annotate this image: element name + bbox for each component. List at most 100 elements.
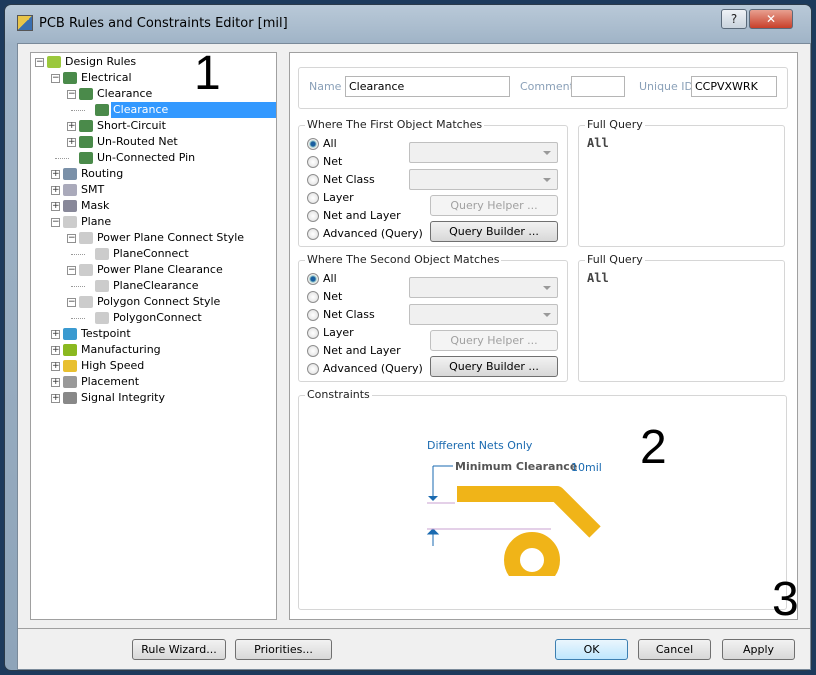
ok-button[interactable]: OK <box>555 639 628 660</box>
radio-label: Net <box>323 290 343 303</box>
query-helper-button[interactable]: Query Helper ... <box>430 195 558 216</box>
tree-connector <box>55 158 69 159</box>
collapse-icon[interactable]: − <box>51 74 60 83</box>
tree-item[interactable]: − Design Rules <box>31 54 276 70</box>
tree-item[interactable]: + Manufacturing <box>31 342 276 358</box>
tree-item[interactable]: + Signal Integrity <box>31 390 276 406</box>
radio-net[interactable]: Net <box>307 154 342 170</box>
radio-label: Advanced (Query) <box>323 227 423 240</box>
radio-label: All <box>323 272 337 285</box>
full-query-text: All <box>587 271 609 285</box>
collapse-icon[interactable]: − <box>67 234 76 243</box>
full-query-title: Full Query <box>585 253 645 266</box>
expand-icon[interactable]: + <box>51 170 60 179</box>
tree-item[interactable]: + High Speed <box>31 358 276 374</box>
tree-item-label: Mask <box>81 199 110 212</box>
radio-net-and-layer[interactable]: Net and Layer <box>307 343 401 359</box>
radio-all[interactable]: All <box>307 271 337 287</box>
query-helper-button[interactable]: Query Helper ... <box>430 330 558 351</box>
radio-all[interactable]: All <box>307 136 337 152</box>
apply-button[interactable]: Apply <box>722 639 795 660</box>
tree-item[interactable]: − Electrical <box>31 70 276 86</box>
rule-tree[interactable]: − Design Rules − Electrical − Clearance Cleara… <box>30 52 277 620</box>
expand-icon[interactable]: + <box>51 378 60 387</box>
radio-icon[interactable] <box>307 309 319 321</box>
query-builder-button[interactable]: Query Builder ... <box>430 221 558 242</box>
radio-icon[interactable] <box>307 291 319 303</box>
plane-icon <box>63 216 77 228</box>
expand-icon[interactable]: + <box>51 346 60 355</box>
radio-net-class[interactable]: Net Class <box>307 307 375 323</box>
radio-icon[interactable] <box>307 174 319 186</box>
expand-icon[interactable]: + <box>51 362 60 371</box>
radio-layer[interactable]: Layer <box>307 190 354 206</box>
close-button[interactable]: ✕ <box>749 9 793 29</box>
copper-pad <box>504 532 560 576</box>
expand-icon[interactable]: + <box>67 122 76 131</box>
rule-wizard-button[interactable]: Rule Wizard... <box>132 639 226 660</box>
tree-item[interactable]: + Placement <box>31 374 276 390</box>
tree-item-label: SMT <box>81 183 105 196</box>
tree-item[interactable]: − Clearance <box>31 86 276 102</box>
tree-item[interactable]: + SMT <box>31 182 276 198</box>
query-builder-button[interactable]: Query Builder ... <box>430 356 558 377</box>
first-object-group: Where The First Object Matches All Net Net… <box>298 118 568 247</box>
expand-icon[interactable]: + <box>51 186 60 195</box>
tree-item[interactable]: − Polygon Connect Style <box>31 294 276 310</box>
priorities-button[interactable]: Priorities... <box>235 639 332 660</box>
tree-item[interactable]: PolygonConnect <box>31 310 276 326</box>
electrical-icon <box>79 120 93 132</box>
collapse-icon[interactable]: − <box>51 218 60 227</box>
tree-item[interactable]: − Power Plane Connect Style <box>31 230 276 246</box>
tree-item-label: PlaneClearance <box>113 279 199 292</box>
expand-icon[interactable]: + <box>67 138 76 147</box>
radio-layer[interactable]: Layer <box>307 325 354 341</box>
radio-net[interactable]: Net <box>307 289 342 305</box>
radio-icon[interactable] <box>307 273 319 285</box>
net-combo[interactable] <box>409 142 558 163</box>
expand-icon[interactable]: + <box>51 202 60 211</box>
radio-icon[interactable] <box>307 210 319 222</box>
net-class-combo[interactable] <box>409 304 558 325</box>
radio-net-class[interactable]: Net Class <box>307 172 375 188</box>
collapse-icon[interactable]: − <box>35 58 44 67</box>
tree-item[interactable]: PlaneClearance <box>31 278 276 294</box>
tree-item[interactable]: PlaneConnect <box>31 246 276 262</box>
collapse-icon[interactable]: − <box>67 298 76 307</box>
help-button[interactable]: ? <box>721 9 747 29</box>
radio-advanced-query[interactable]: Advanced (Query) <box>307 361 423 377</box>
tree-item[interactable]: − Power Plane Clearance <box>31 262 276 278</box>
tree-item[interactable]: Clearance <box>31 102 276 118</box>
radio-icon[interactable] <box>307 138 319 150</box>
radio-icon[interactable] <box>307 228 319 240</box>
unique-id-input[interactable]: CCPVXWRK <box>691 76 777 97</box>
radio-label: Net Class <box>323 173 375 186</box>
tree-item[interactable]: + Mask <box>31 198 276 214</box>
tree-item[interactable]: + Short-Circuit <box>31 118 276 134</box>
name-label: Name <box>309 80 342 93</box>
tree-item[interactable]: + Testpoint <box>31 326 276 342</box>
radio-advanced-query[interactable]: Advanced (Query) <box>307 226 423 242</box>
radio-icon[interactable] <box>307 156 319 168</box>
different-nets-label[interactable]: Different Nets Only <box>427 439 532 452</box>
radio-icon[interactable] <box>307 345 319 357</box>
cancel-button[interactable]: Cancel <box>638 639 711 660</box>
radio-icon[interactable] <box>307 363 319 375</box>
radio-icon[interactable] <box>307 327 319 339</box>
comment-input[interactable] <box>571 76 625 97</box>
net-class-combo[interactable] <box>409 169 558 190</box>
radio-icon[interactable] <box>307 192 319 204</box>
expand-icon[interactable]: + <box>51 394 60 403</box>
electrical-icon <box>95 104 109 116</box>
expand-icon[interactable]: + <box>51 330 60 339</box>
dialog-window: PCB Rules and Constraints Editor [mil] ?… <box>4 4 812 671</box>
name-input[interactable]: Clearance <box>345 76 510 97</box>
tree-item[interactable]: + Un-Routed Net <box>31 134 276 150</box>
tree-item[interactable]: + Routing <box>31 166 276 182</box>
net-combo[interactable] <box>409 277 558 298</box>
collapse-icon[interactable]: − <box>67 266 76 275</box>
collapse-icon[interactable]: − <box>67 90 76 99</box>
tree-item[interactable]: Un-Connected Pin <box>31 150 276 166</box>
radio-net-and-layer[interactable]: Net and Layer <box>307 208 401 224</box>
tree-item[interactable]: − Plane <box>31 214 276 230</box>
